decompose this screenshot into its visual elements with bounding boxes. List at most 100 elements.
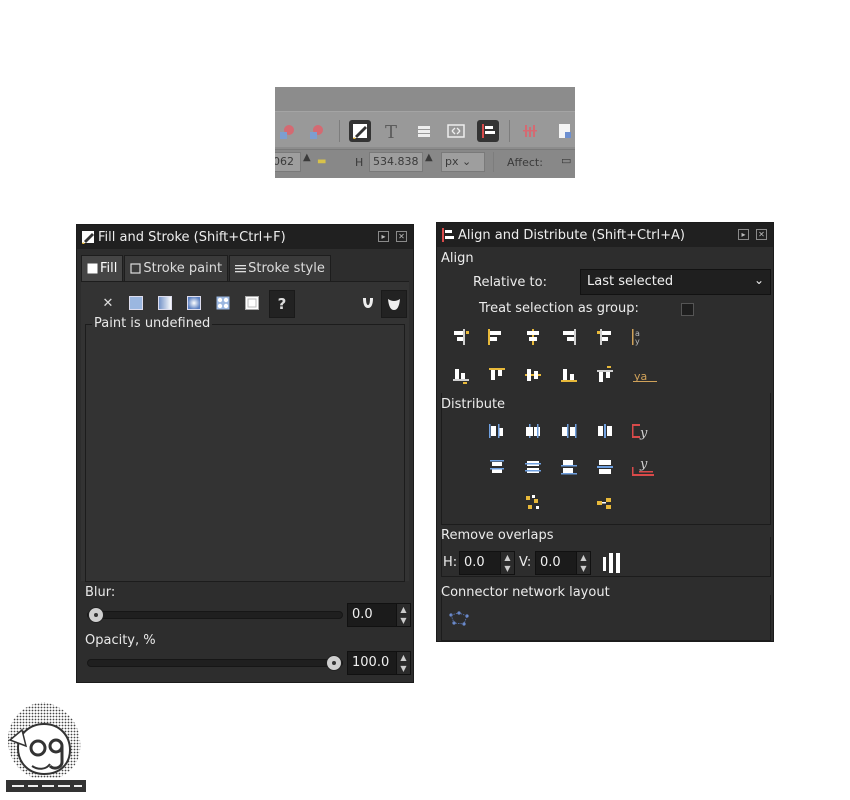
tab-fill[interactable]: Fill (81, 255, 124, 281)
object-to-path-icon[interactable] (275, 120, 297, 142)
h-field[interactable]: 534.838 (369, 152, 423, 172)
blur-slider[interactable] (87, 607, 343, 623)
overlap-h-spinbox[interactable]: 0.0 ▲ ▼ (459, 551, 515, 575)
spin-down-icon[interactable]: ▼ (397, 615, 410, 626)
remove-overlaps-title: Remove overlaps (441, 528, 554, 543)
align-titlebar: Align and Distribute (Shift+Ctrl+A) ▸ ✕ (437, 223, 773, 247)
randomize-positions-icon[interactable] (523, 493, 543, 513)
align-top-edge-to-bottom-icon[interactable] (451, 365, 471, 385)
treat-group-checkbox[interactable] (681, 303, 694, 316)
spin-up-icon[interactable]: ▲ (577, 552, 590, 563)
h-spin-up-icon[interactable]: ▲ (425, 152, 433, 163)
pattern-icon[interactable] (214, 294, 232, 312)
close-icon[interactable]: ✕ (396, 231, 407, 242)
align-right-edges-icon[interactable] (559, 327, 579, 347)
fill-stroke-icon (82, 231, 94, 244)
linear-gradient-icon[interactable] (156, 294, 174, 312)
layers-icon[interactable] (413, 120, 435, 142)
overlap-v-label: V: (519, 555, 532, 570)
flat-color-icon[interactable] (127, 294, 145, 312)
spin-down-icon[interactable]: ▼ (397, 663, 410, 674)
chevron-down-icon: ⌄ (753, 273, 764, 287)
opacity-spinbox[interactable]: 100.0 ▲ ▼ (347, 651, 411, 675)
document-properties-icon[interactable] (553, 120, 575, 142)
radial-gradient-icon[interactable] (185, 294, 203, 312)
close-icon[interactable]: ✕ (756, 229, 767, 240)
blur-spinbox[interactable]: 0.0 ▲ ▼ (347, 603, 411, 627)
lock-icon[interactable]: ▬ (317, 156, 326, 167)
no-paint-icon[interactable]: ✕ (99, 294, 117, 312)
xml-editor-icon[interactable] (445, 120, 467, 142)
panel-menu-icon[interactable]: ▸ (378, 231, 389, 242)
align-center-horizontal-axis-icon[interactable] (523, 365, 543, 385)
w-field[interactable]: 062 (275, 152, 301, 172)
align-center-vertical-axis-icon[interactable] (523, 327, 543, 347)
panel-title: Align and Distribute (Shift+Ctrl+A) (458, 227, 685, 243)
opacity-slider-handle[interactable] (326, 655, 342, 671)
relative-to-select[interactable]: Last selected ⌄ (580, 269, 771, 295)
spin-up-icon[interactable]: ▲ (397, 604, 410, 615)
distribute-right-edges-icon[interactable] (559, 421, 579, 441)
align-distribute-icon[interactable] (477, 120, 499, 142)
opacity-slider[interactable] (87, 655, 343, 671)
w-spin-up-icon[interactable]: ▲ (303, 152, 311, 163)
affect-stroke-icon[interactable]: ▭ (561, 154, 571, 167)
tab-stroke-paint[interactable]: Stroke paint (124, 255, 229, 281)
unit-select[interactable]: px ⌄ (441, 152, 485, 172)
connector-layout-title: Connector network layout (441, 585, 610, 600)
text-icon[interactable]: T (380, 120, 402, 142)
opacity-value[interactable]: 100.0 (348, 652, 396, 674)
align-bottom-edge-to-top-icon[interactable] (595, 365, 615, 385)
fill-icon (87, 263, 98, 274)
align-left-edges-icon[interactable] (485, 327, 505, 347)
align-left-edge-to-right-icon[interactable] (595, 327, 615, 347)
svg-text:y: y (639, 426, 648, 441)
spin-up-icon[interactable]: ▲ (397, 652, 410, 663)
fill-rule-nonzero-icon[interactable] (381, 290, 407, 318)
align-bottom-edges-icon[interactable] (559, 365, 579, 385)
align-text-anchors-horizontal-icon[interactable]: ay (629, 327, 649, 347)
overlap-v-value[interactable]: 0.0 (536, 552, 576, 574)
distribute-gaps-vertical-icon[interactable] (595, 457, 615, 477)
toolbar-separator (339, 120, 340, 142)
relative-to-value: Last selected (587, 274, 674, 289)
fill-rule-evenodd-icon[interactable] (359, 294, 377, 312)
blur-value[interactable]: 0.0 (348, 604, 396, 626)
align-section-title: Align (441, 251, 474, 266)
panel-menu-icon[interactable]: ▸ (738, 229, 749, 240)
path-icon[interactable] (305, 120, 327, 142)
svg-text:T: T (385, 122, 397, 140)
remove-overlaps-icon[interactable] (601, 551, 625, 575)
arrange-connector-network-icon[interactable] (447, 609, 473, 629)
spin-up-icon[interactable]: ▲ (501, 552, 514, 563)
distribute-centers-vertical-icon[interactable] (523, 457, 543, 477)
transform-icon[interactable] (519, 120, 541, 142)
distribute-bottom-edges-icon[interactable] (559, 457, 579, 477)
opacity-label: Opacity, % (85, 633, 156, 648)
distribute-baselines-icon[interactable]: y (631, 457, 655, 477)
connector-layout-group (441, 595, 771, 641)
spin-down-icon[interactable]: ▼ (501, 563, 514, 574)
blur-slider-handle[interactable] (88, 607, 104, 623)
unclump-icon[interactable] (595, 493, 615, 513)
h-label: H (355, 156, 364, 169)
tab-label: Fill (100, 261, 118, 276)
tool-controls-bar: 062 ▲ ▬ H 534.838 ▲ px ⌄ Affect: ▭ (275, 149, 575, 178)
stroke-style-icon (235, 265, 247, 273)
overlap-v-spinbox[interactable]: 0.0 ▲ ▼ (535, 551, 591, 575)
distribute-gaps-horizontal-icon[interactable] (595, 421, 615, 441)
overlap-h-value[interactable]: 0.0 (460, 552, 500, 574)
swatch-icon[interactable] (243, 294, 261, 312)
distribute-text-anchors-horizontal-icon[interactable]: y (631, 421, 655, 441)
unset-paint-icon[interactable]: ? (269, 290, 295, 318)
tab-stroke-style[interactable]: Stroke style (229, 255, 331, 281)
align-top-edges-icon[interactable] (487, 365, 507, 385)
fill-stroke-icon[interactable] (349, 120, 371, 142)
distribute-top-edges-icon[interactable] (487, 457, 507, 477)
distribute-left-edges-icon[interactable] (487, 421, 507, 441)
align-distribute-icon (442, 228, 454, 242)
align-baselines-icon[interactable]: ya (633, 365, 657, 385)
distribute-centers-horizontal-icon[interactable] (523, 421, 543, 441)
align-right-edge-to-left-icon[interactable] (451, 327, 471, 347)
spin-down-icon[interactable]: ▼ (577, 563, 590, 574)
